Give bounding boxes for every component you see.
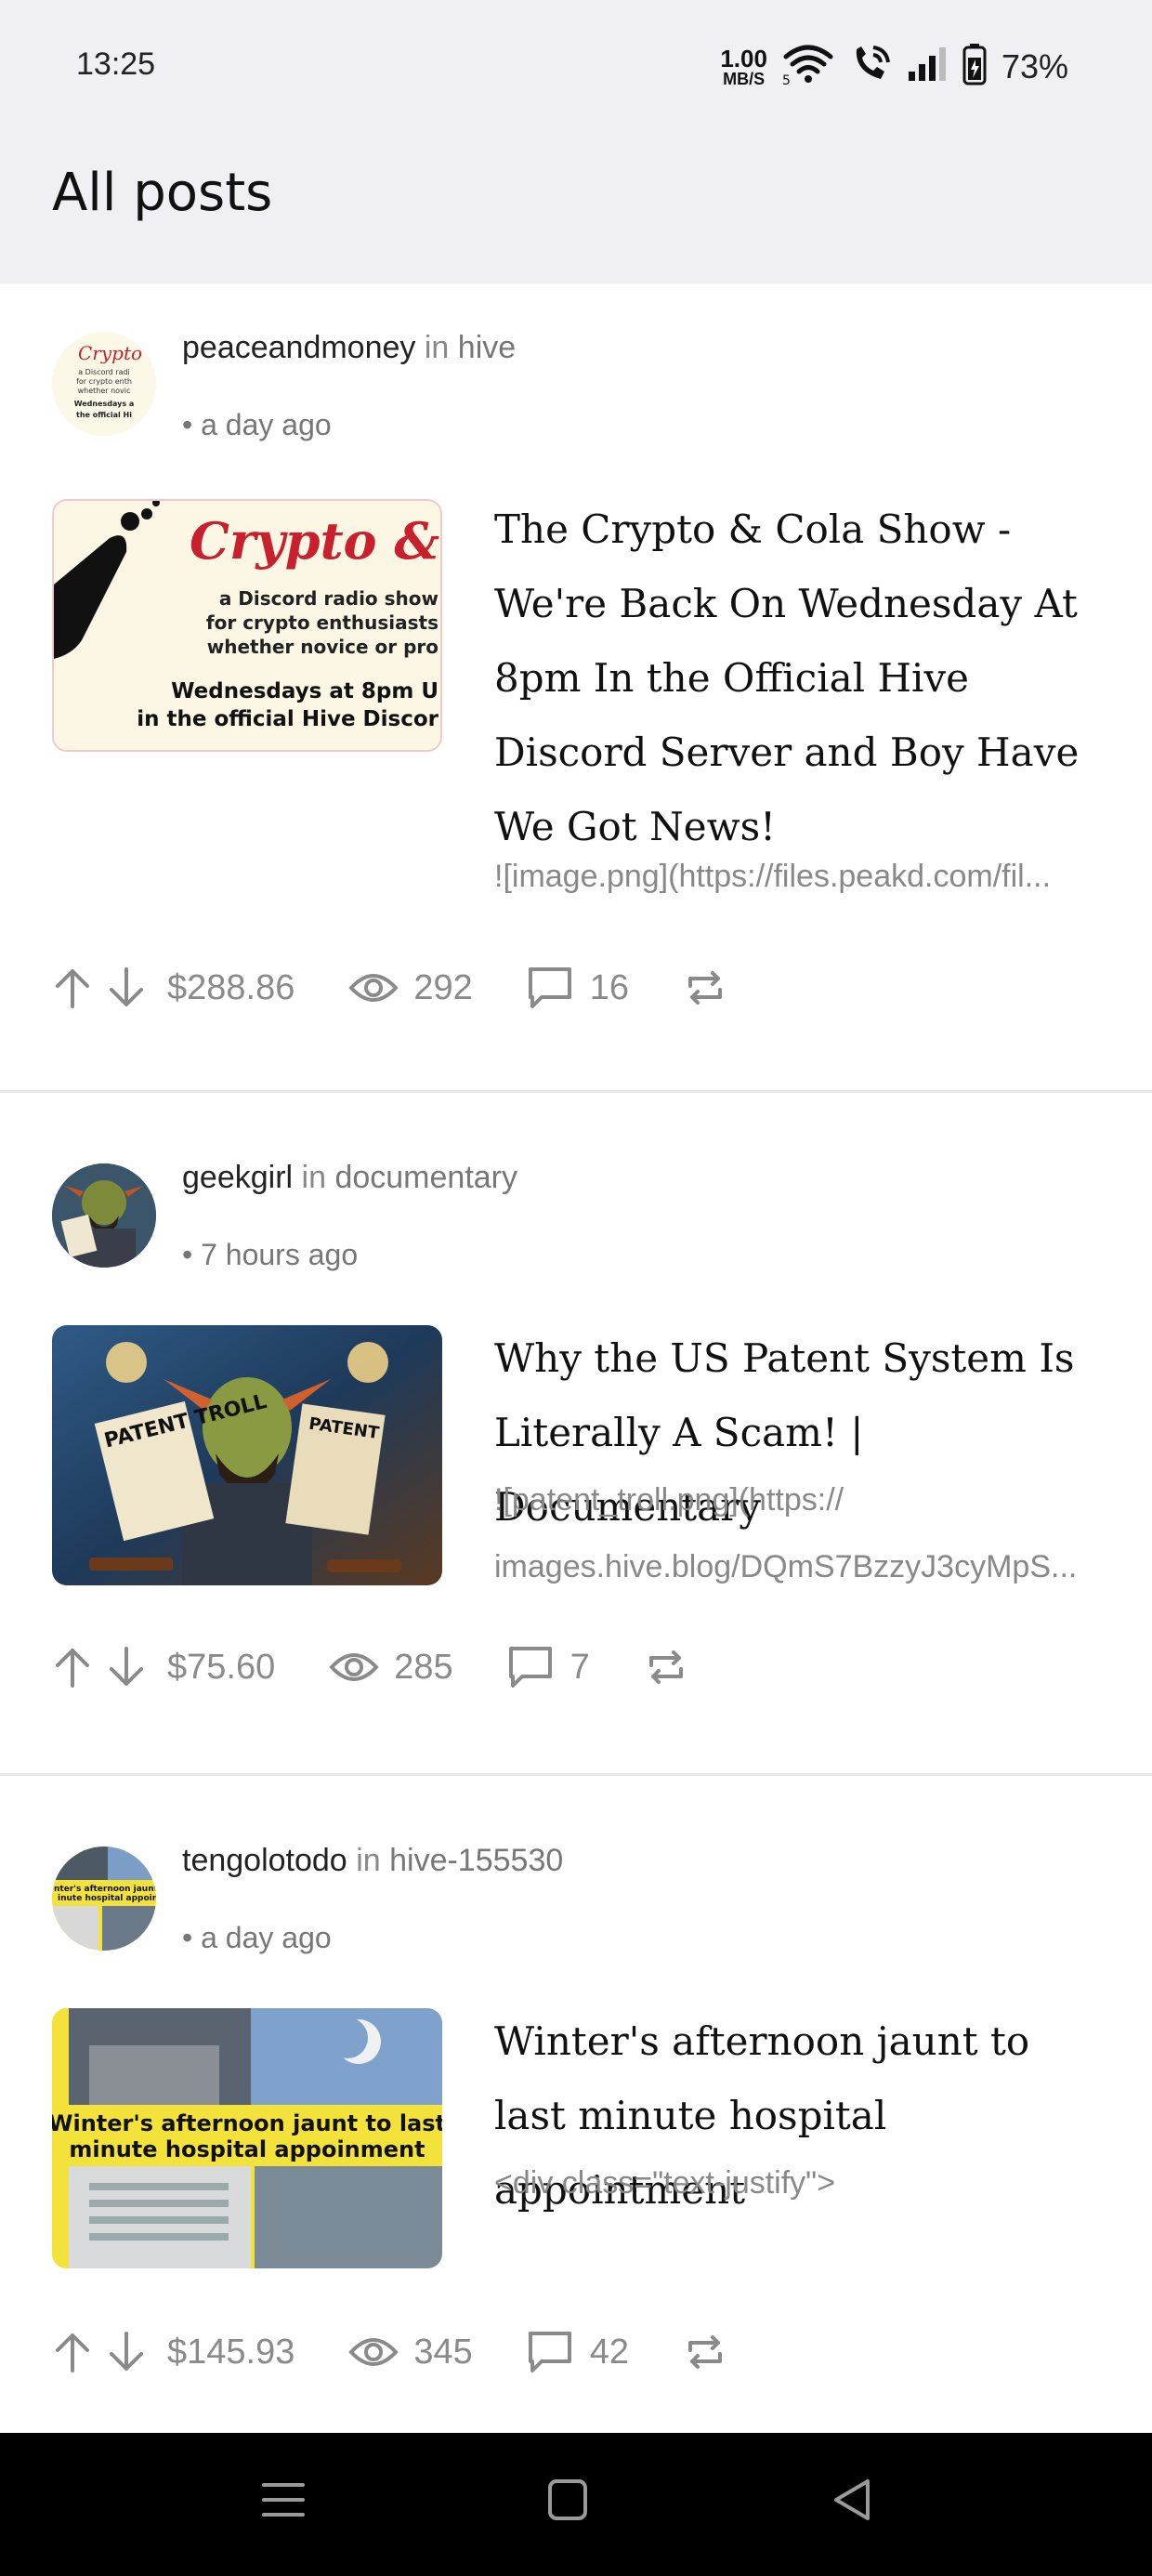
avatar-text: inute hospital appoinm	[58, 1894, 156, 1903]
in-label: in	[356, 1843, 381, 1878]
avatar-heading: Crypto &	[78, 342, 156, 364]
post-actions: $288.86 292 16	[52, 960, 726, 1016]
post-time: • 7 hours ago	[182, 1238, 359, 1271]
avatar-text: nter's afternoon jaunt to la	[54, 1885, 156, 1894]
post-actions: $145.93 345 42	[52, 2324, 726, 2380]
post-meta: peaceandmoney in hive	[182, 330, 516, 366]
signal-icon	[907, 46, 948, 87]
network-speed-value: 1.00	[720, 44, 767, 72]
comments-count[interactable]: 16	[590, 968, 629, 1008]
network-speed-unit: MB/S	[723, 69, 766, 88]
comment-icon[interactable]	[527, 966, 573, 1010]
wifi-call-icon	[849, 44, 892, 89]
post-thumbnail[interactable]: PATENT TROLL PATENT	[52, 1325, 442, 1585]
post-thumbnail[interactable]: Winter's afternoon jaunt to last minute …	[52, 2008, 442, 2268]
status-icons: 1.00 MB/S 5 73%	[720, 43, 1068, 90]
excerpt-line: <div class="text-justify">	[494, 2165, 836, 2201]
community-link[interactable]: hive	[458, 330, 516, 365]
community-link[interactable]: documentary	[334, 1160, 517, 1195]
comments-count[interactable]: 7	[570, 1648, 590, 1688]
network-speed: 1.00 MB/S	[720, 46, 767, 87]
page-title: All posts	[52, 163, 273, 223]
thumbnail-text: Wednesdays at 8pm U	[171, 679, 439, 703]
author-avatar[interactable]: Crypto & a Discord radi for crypto enth …	[52, 332, 156, 436]
upvote-icon[interactable]	[52, 966, 93, 1010]
thumbnail-caption: Winter's afternoon jaunt to last	[52, 2110, 442, 2136]
in-label: in	[424, 330, 450, 365]
thumbnail-caption: minute hospital appoinment	[69, 2136, 425, 2162]
svg-text:5: 5	[782, 73, 791, 85]
downvote-icon[interactable]	[106, 2330, 147, 2374]
avatar-text: a Discord radi	[78, 368, 130, 376]
payout-value[interactable]: $288.86	[167, 968, 295, 1008]
author-name[interactable]: geekgirl	[182, 1160, 293, 1195]
post-excerpt[interactable]: ![patent_troll.png](https:// images.hive…	[494, 1466, 1107, 1600]
excerpt-line: images.hive.blog/DQmS7BzzyJ3cyMpS...	[494, 1549, 1078, 1584]
author-name[interactable]: peaceandmoney	[182, 330, 415, 365]
reblog-icon[interactable]	[685, 967, 726, 1008]
system-nav-bar	[0, 2433, 1152, 2576]
payout-value[interactable]: $75.60	[167, 1648, 275, 1688]
eye-icon	[348, 2333, 399, 2371]
battery-icon	[962, 43, 987, 90]
upvote-icon[interactable]	[52, 1645, 93, 1689]
in-label: in	[301, 1160, 326, 1195]
home-icon[interactable]	[544, 2472, 591, 2532]
payout-value[interactable]: $145.93	[167, 2333, 295, 2372]
status-time: 13:25	[76, 46, 156, 82]
views-count: 345	[413, 2332, 473, 2372]
thumbnail-heading: Crypto & Co	[190, 511, 442, 571]
views-count: 292	[413, 967, 473, 1007]
post-card[interactable]: geekgirl in documentary • 7 hours ago PA…	[0, 1093, 1152, 1773]
post-thumbnail[interactable]: Crypto & Co a Discord radio show for cry…	[52, 499, 442, 752]
downvote-icon[interactable]	[106, 1645, 147, 1689]
avatar-text: Wednesdays a	[74, 400, 135, 408]
post-title[interactable]: The Crypto & Cola Show - We're Back On W…	[494, 493, 1098, 864]
thumbnail-text: in the official Hive Discor	[137, 707, 439, 731]
post-card[interactable]: nter's afternoon jaunt to la inute hospi…	[0, 1776, 1152, 2433]
menu-icon[interactable]	[260, 2472, 307, 2532]
post-time: • a day ago	[182, 1921, 332, 1954]
avatar-text: the official Hi	[76, 411, 132, 419]
author-avatar[interactable]: nter's afternoon jaunt to la inute hospi…	[52, 1847, 156, 1951]
author-name[interactable]: tengolotodo	[182, 1843, 347, 1878]
post-excerpt[interactable]: ![image.png](https://files.peakd.com/fil…	[494, 843, 1107, 910]
post-actions: $75.60 285 7	[52, 1639, 687, 1695]
excerpt-line: ![patent_troll.png](https://	[494, 1482, 844, 1518]
post-meta: geekgirl in documentary	[182, 1160, 517, 1196]
community-link[interactable]: hive-155530	[389, 1843, 563, 1878]
upvote-icon[interactable]	[52, 2330, 93, 2374]
eye-icon	[348, 969, 399, 1006]
post-meta: tengolotodo in hive-155530	[182, 1843, 563, 1879]
battery-percent: 73%	[1001, 46, 1068, 85]
wifi-icon: 5	[782, 44, 834, 89]
post-card[interactable]: Crypto & a Discord radi for crypto enth …	[0, 283, 1152, 1090]
back-icon[interactable]	[829, 2472, 875, 2532]
comments-count[interactable]: 42	[590, 2333, 629, 2372]
avatar-text: for crypto enth	[76, 377, 132, 386]
excerpt-line: ![image.png](https://files.peakd.com/fil…	[494, 859, 1052, 894]
reblog-icon[interactable]	[685, 2332, 726, 2372]
eye-icon	[329, 1649, 379, 1686]
thumbnail-text: a Discord radio show	[219, 587, 439, 610]
downvote-icon[interactable]	[106, 966, 147, 1010]
post-excerpt[interactable]: <div class="text-justify">	[494, 2149, 1107, 2216]
post-time: • a day ago	[182, 408, 332, 441]
thumbnail-text: for crypto enthusiasts	[206, 611, 439, 634]
reblog-icon[interactable]	[646, 1647, 687, 1688]
top-bar: 13:25 1.00 MB/S 5 73% All posts	[0, 0, 1152, 283]
avatar-text: whether novic	[78, 387, 131, 395]
thumbnail-text: whether novice or pro	[207, 636, 439, 658]
author-avatar[interactable]	[52, 1163, 156, 1268]
comment-icon[interactable]	[527, 2330, 573, 2374]
comment-icon[interactable]	[507, 1645, 554, 1689]
views-count: 285	[394, 1647, 453, 1687]
